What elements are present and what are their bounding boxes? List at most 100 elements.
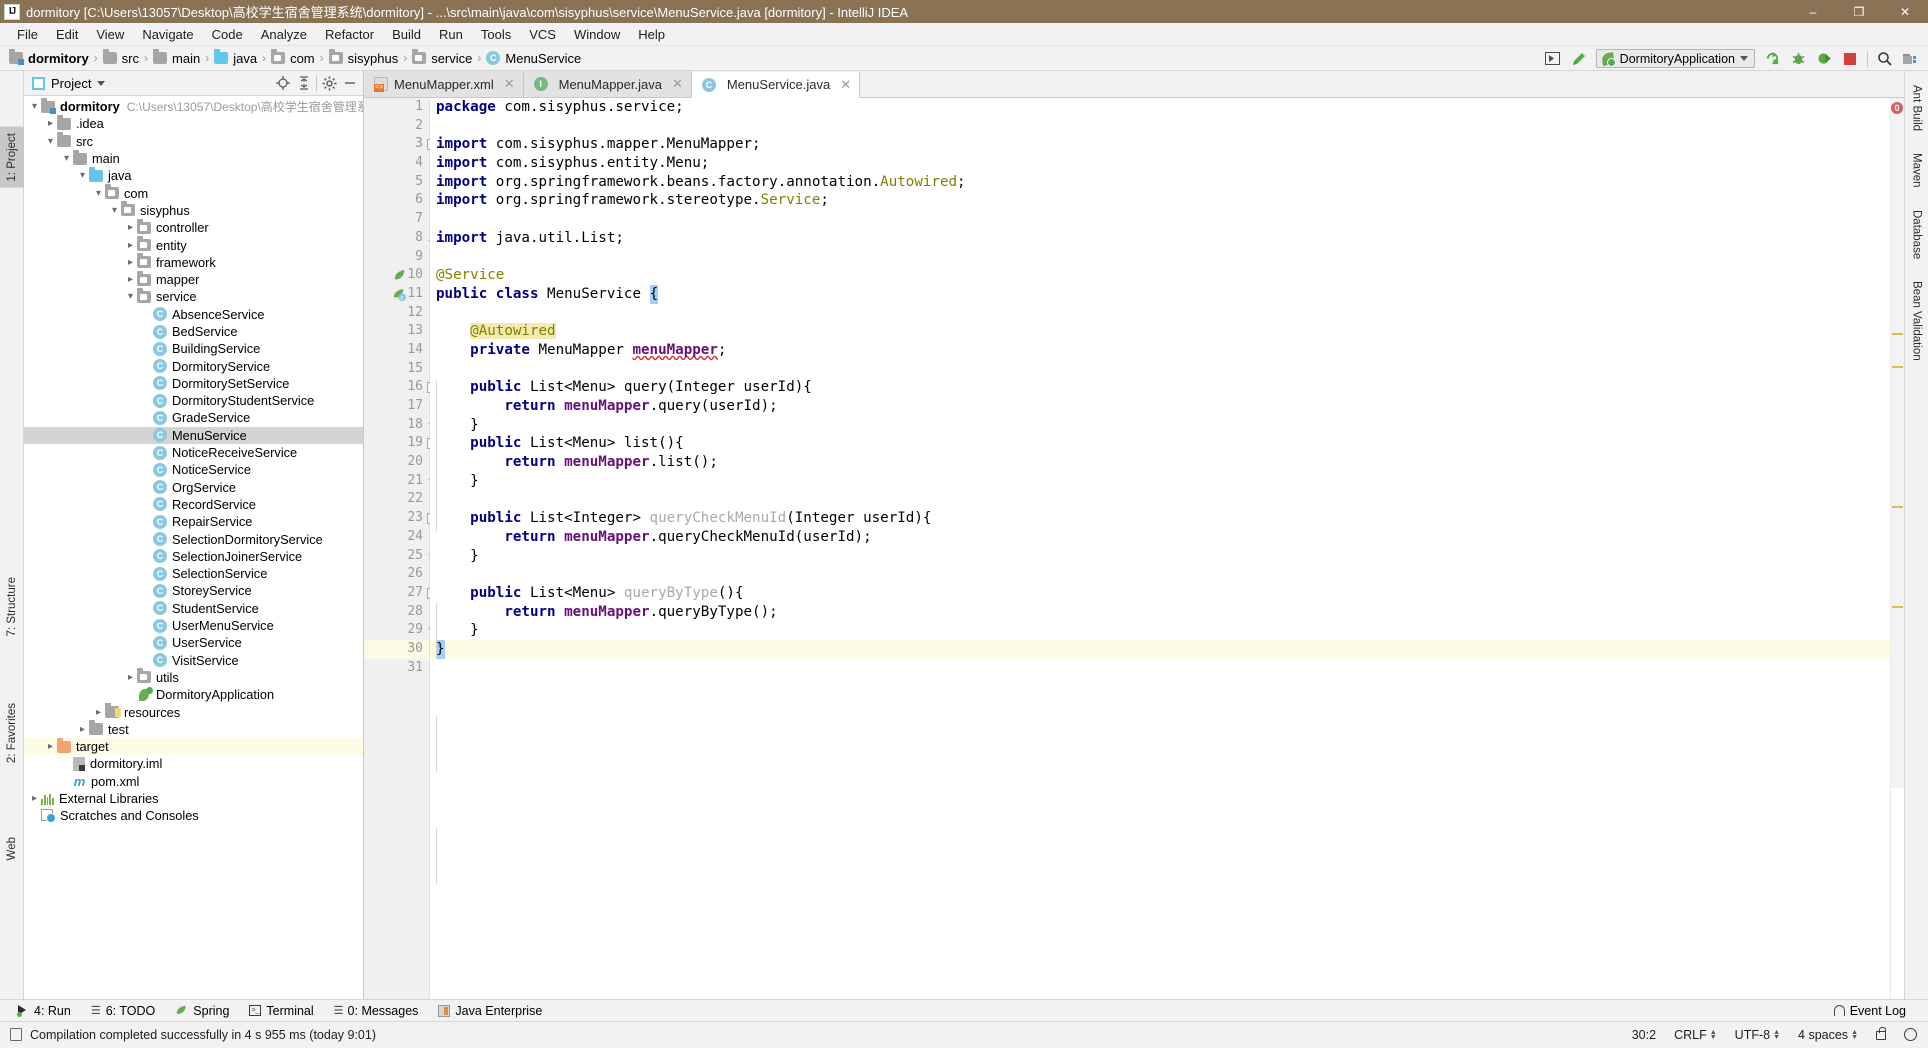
gutter-line-22[interactable]: 22 xyxy=(364,490,429,509)
menu-help[interactable]: Help xyxy=(629,25,674,44)
gutter-line-19[interactable]: 19 xyxy=(364,434,435,453)
error-stripe-markers[interactable]: 0 xyxy=(1890,98,1904,999)
tree-node-repairservice[interactable]: C RepairService xyxy=(24,513,363,530)
code-line-15[interactable] xyxy=(430,360,1890,379)
hide-panel-icon[interactable] xyxy=(341,74,359,92)
tree-node-controller[interactable]: controller xyxy=(24,218,363,236)
locate-icon[interactable] xyxy=(274,74,292,92)
chevron-right-icon[interactable] xyxy=(124,274,137,285)
code-line-12[interactable] xyxy=(430,304,1890,323)
menu-tools[interactable]: Tools xyxy=(472,25,520,44)
hammer-build-icon[interactable] xyxy=(1570,50,1588,68)
tree-node-pom-xml[interactable]: m pom.xml xyxy=(24,773,363,790)
editor-scrollbar[interactable] xyxy=(1891,98,1904,788)
tree-node-dormitoryapplication[interactable]: DormitoryApplication xyxy=(24,686,363,703)
tree-node-test[interactable]: test xyxy=(24,720,363,738)
gutter-line-27[interactable]: 27 xyxy=(364,584,435,603)
line-separator-selector[interactable]: CRLF ▲ ▼ xyxy=(1671,1026,1720,1044)
menu-build[interactable]: Build xyxy=(383,25,430,44)
tool-window-spring[interactable]: Spring xyxy=(166,1002,238,1020)
project-tree[interactable]: dormitory C:\Users\13057\Desktop\高校学生宿舍管理… xyxy=(24,96,363,999)
chevron-right-icon[interactable] xyxy=(124,672,137,683)
code-line-27[interactable]: public List<Menu> queryByType(){ xyxy=(430,584,1890,603)
gutter-line-7[interactable]: 7 xyxy=(364,210,429,229)
tree-node-main[interactable]: main xyxy=(24,149,363,167)
tree-node-menuservice[interactable]: C MenuService xyxy=(24,426,363,444)
code-line-17[interactable]: return menuMapper.query(userId); xyxy=(430,397,1890,416)
tree-node-absenceservice[interactable]: C AbsenceService xyxy=(24,306,363,323)
gutter-line-13[interactable]: 13 xyxy=(364,322,429,341)
code-line-26[interactable] xyxy=(430,565,1890,584)
close-tab-icon[interactable]: ✕ xyxy=(672,76,683,92)
feedback-face-icon[interactable] xyxy=(1901,1026,1920,1043)
tree-node-dormitorystudentservice[interactable]: C DormitoryStudentService xyxy=(24,392,363,409)
gutter-line-30[interactable]: 30 xyxy=(364,639,429,659)
gutter-line-18[interactable]: 18 xyxy=(364,416,429,435)
sidebar-tab-bean-validation[interactable]: Bean Validation xyxy=(1905,275,1928,367)
tree-node-userservice[interactable]: C UserService xyxy=(24,634,363,651)
tree-node-service[interactable]: service xyxy=(24,287,363,305)
code-line-31[interactable] xyxy=(430,659,1890,678)
code-line-29[interactable]: } xyxy=(430,621,1890,640)
tree-node-bedservice[interactable]: C BedService xyxy=(24,323,363,340)
menu-file[interactable]: File xyxy=(8,25,47,44)
code-line-18[interactable]: } xyxy=(430,416,1890,435)
menu-refactor[interactable]: Refactor xyxy=(316,25,383,44)
code-line-19[interactable]: public List<Menu> list(){ xyxy=(430,434,1890,453)
gutter-line-20[interactable]: 20 xyxy=(364,453,429,472)
chevron-down-icon[interactable] xyxy=(60,153,73,164)
code-line-22[interactable] xyxy=(430,490,1890,509)
gutter-line-4[interactable]: 4 xyxy=(364,154,429,173)
tree-node-studentservice[interactable]: C StudentService xyxy=(24,600,363,617)
search-everywhere-icon[interactable] xyxy=(1876,50,1894,68)
editor-tab-menumapper-java[interactable]: I MenuMapper.java ✕ xyxy=(523,71,692,97)
tree-node-scratches-and-consoles[interactable]: Scratches and Consoles xyxy=(24,807,363,824)
code-line-23[interactable]: public List<Integer> queryCheckMenuId(In… xyxy=(430,509,1890,528)
tree-node-selectiondormitoryservice[interactable]: C SelectionDormitoryService xyxy=(24,530,363,547)
project-structure-icon[interactable] xyxy=(1902,50,1920,68)
gutter-line-8[interactable]: 8 xyxy=(364,229,429,248)
sidebar-tab-favorites[interactable]: 2: Favorites xyxy=(0,697,24,769)
event-log-button[interactable]: Event Log xyxy=(1828,1002,1912,1020)
tree-node-sisyphus[interactable]: sisyphus xyxy=(24,201,363,219)
code-line-28[interactable]: return menuMapper.queryByType(); xyxy=(430,603,1890,622)
chevron-right-icon[interactable] xyxy=(92,707,105,718)
gutter-line-9[interactable]: 9 xyxy=(364,248,429,267)
tree-node-resources[interactable]: resources xyxy=(24,703,363,720)
chevron-right-icon[interactable] xyxy=(76,724,89,735)
read-write-lock-icon[interactable] xyxy=(1873,1027,1889,1042)
gutter-line-12[interactable]: 12 xyxy=(364,304,429,323)
rerun-icon[interactable] xyxy=(1763,50,1781,68)
tool-window-terminal[interactable]: >_ Terminal xyxy=(240,1002,322,1020)
tree-node-src[interactable]: src xyxy=(24,132,363,150)
chevron-down-icon[interactable] xyxy=(28,101,41,112)
sidebar-tab-database[interactable]: Database xyxy=(1905,204,1928,265)
code-line-14[interactable]: private MenuMapper menuMapper; xyxy=(430,341,1890,360)
gutter-line-17[interactable]: 17 xyxy=(364,397,429,416)
tree-node-dormitory[interactable]: dormitory C:\Users\13057\Desktop\高校学生宿舍管理… xyxy=(24,97,363,115)
run-configuration-selector[interactable]: DormitoryApplication xyxy=(1595,49,1755,68)
chevron-down-icon[interactable] xyxy=(92,188,105,199)
chevron-down-icon[interactable] xyxy=(108,205,121,216)
encoding-selector[interactable]: UTF-8 ▲ ▼ xyxy=(1732,1026,1783,1044)
gutter-line-1[interactable]: 1 xyxy=(364,98,429,117)
gutter-line-29[interactable]: 29 xyxy=(364,621,429,640)
code-line-3[interactable]: import com.sisyphus.mapper.MenuMapper; xyxy=(430,135,1890,154)
gutter-line-3[interactable]: 3 xyxy=(364,135,435,154)
gutter-line-10[interactable]: 10 xyxy=(364,266,429,285)
tool-window-java-enterprise[interactable]: Java Enterprise xyxy=(429,1002,551,1020)
code-line-8[interactable]: import java.util.List; xyxy=(430,229,1890,248)
gutter-line-31[interactable]: 31 xyxy=(364,659,429,678)
gutter-line-2[interactable]: 2 xyxy=(364,117,429,136)
code-content[interactable]: package com.sisyphus.service; import com.… xyxy=(430,98,1890,999)
editor-gutter[interactable]: 1 2 3 4 5 6 7 8 9 10 11 C 12 13 14 15 16 17 18 19 20 21 22 23 24… xyxy=(364,98,435,999)
menu-vcs[interactable]: VCS xyxy=(520,25,565,44)
gutter-line-28[interactable]: 28 xyxy=(364,603,429,622)
sidebar-tab-project[interactable]: 1: Project xyxy=(0,127,24,188)
gutter-line-15[interactable]: 15 xyxy=(364,360,429,379)
gutter-line-14[interactable]: 14 xyxy=(364,341,429,360)
chevron-right-icon[interactable] xyxy=(44,741,57,752)
gutter-line-16[interactable]: 16 xyxy=(364,378,435,397)
code-line-25[interactable]: } xyxy=(430,547,1890,566)
breadcrumb-item-dormitory[interactable]: dormitory xyxy=(6,49,92,67)
